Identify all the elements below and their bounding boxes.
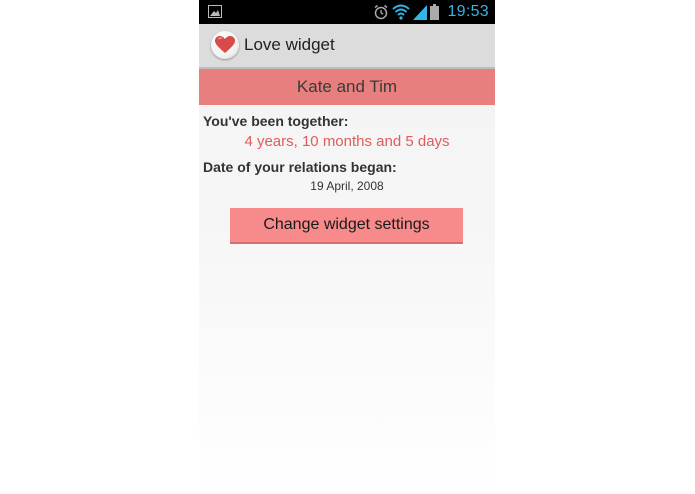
alarm-icon (374, 4, 388, 20)
signal-icon (413, 5, 428, 20)
app-icon[interactable] (211, 31, 239, 59)
change-settings-button[interactable]: Change widget settings (230, 208, 463, 244)
together-value: 4 years, 10 months and 5 days (244, 133, 450, 150)
app-title: Love widget (244, 35, 335, 54)
phone-screen: 19:53 Love widget Kate and Tim You've be… (199, 0, 495, 494)
began-label: Date of your relations began: (203, 159, 397, 175)
status-time: 19:53 (447, 3, 489, 20)
status-bar: 19:53 (199, 0, 495, 24)
heart-icon (215, 36, 235, 53)
status-icons: 19:53 (373, 0, 489, 24)
names-banner: Kate and Tim (199, 69, 495, 105)
wifi-icon (392, 4, 411, 20)
gallery-icon (208, 5, 222, 18)
battery-icon (430, 4, 440, 20)
action-bar: Love widget (199, 24, 495, 69)
began-date: 19 April, 2008 (310, 179, 384, 193)
together-label: You've been together: (203, 113, 349, 129)
